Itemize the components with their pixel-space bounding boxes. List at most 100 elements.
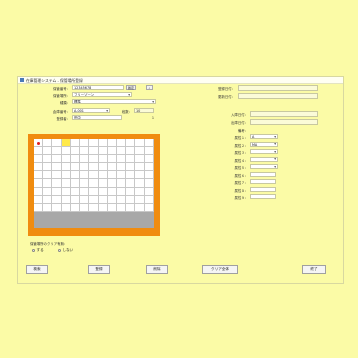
grid-cell[interactable]: [144, 171, 154, 180]
grid-cell[interactable]: [98, 147, 108, 156]
attribute-select[interactable]: [250, 149, 278, 154]
clear-all-button[interactable]: クリア全体: [202, 265, 238, 274]
grid-cell[interactable]: [135, 155, 145, 164]
grid-cell[interactable]: [135, 187, 145, 196]
grid-cell[interactable]: [107, 211, 117, 220]
storage-grid[interactable]: [34, 139, 154, 229]
grid-cell[interactable]: [70, 211, 81, 220]
grid-cell[interactable]: [126, 139, 136, 148]
grid-cell[interactable]: [107, 163, 117, 172]
grid-cell[interactable]: [107, 187, 117, 196]
grid-cell[interactable]: [107, 147, 117, 156]
grid-cell[interactable]: [144, 155, 154, 164]
radio-option-yes[interactable]: する: [32, 248, 44, 253]
grid-cell[interactable]: [61, 163, 71, 172]
grid-cell[interactable]: [61, 195, 71, 204]
grid-cell[interactable]: [61, 179, 71, 188]
grid-cell[interactable]: [61, 203, 71, 212]
grid-cell[interactable]: [116, 211, 127, 220]
grid-cell[interactable]: [70, 147, 81, 156]
grid-cell[interactable]: [34, 187, 44, 196]
grid-cell[interactable]: [98, 219, 108, 229]
grid-cell[interactable]: [43, 139, 53, 148]
grid-cell[interactable]: [135, 163, 145, 172]
close-button[interactable]: 終了: [302, 265, 326, 274]
grid-cell[interactable]: [52, 211, 62, 220]
grid-cell[interactable]: [144, 147, 154, 156]
grid-cell[interactable]: [135, 211, 145, 220]
grid-cell[interactable]: [80, 147, 90, 156]
grid-cell[interactable]: [116, 147, 127, 156]
register-button[interactable]: 登録: [88, 265, 110, 274]
grid-cell[interactable]: [80, 155, 90, 164]
grid-cell[interactable]: [34, 139, 44, 148]
search-icon[interactable]: ⌕: [146, 85, 153, 90]
grid-cell[interactable]: [61, 211, 71, 220]
grid-cell[interactable]: [135, 179, 145, 188]
grid-cell[interactable]: [70, 171, 81, 180]
grid-cell[interactable]: [98, 203, 108, 212]
grid-cell[interactable]: [34, 203, 44, 212]
grid-cell[interactable]: [61, 171, 71, 180]
grid-cell[interactable]: [107, 219, 117, 229]
attribute-field[interactable]: [250, 186, 276, 192]
attribute-field[interactable]: [250, 194, 276, 199]
grid-cell[interactable]: [144, 187, 154, 196]
grid-cell[interactable]: [70, 203, 81, 212]
grid-cell[interactable]: [126, 147, 136, 156]
grid-cell[interactable]: [70, 179, 81, 188]
grid-cell[interactable]: [43, 219, 53, 229]
grid-cell[interactable]: [126, 219, 136, 229]
grid-cell[interactable]: [80, 219, 90, 229]
grid-cell[interactable]: [61, 219, 71, 229]
grid-cell[interactable]: [89, 203, 99, 212]
grid-cell[interactable]: [98, 187, 108, 196]
grid-cell[interactable]: [80, 211, 90, 220]
attribute-select[interactable]: [250, 156, 278, 162]
grid-cell[interactable]: [80, 163, 90, 172]
grid-cell[interactable]: [126, 171, 136, 180]
grid-cell[interactable]: [116, 187, 127, 196]
grid-cell[interactable]: [144, 179, 154, 188]
grid-cell[interactable]: [116, 163, 127, 172]
grid-cell[interactable]: [89, 187, 99, 196]
grid-cell[interactable]: [107, 195, 117, 204]
grid-cell[interactable]: [89, 171, 99, 180]
grid-cell[interactable]: [135, 219, 145, 229]
grid-cell[interactable]: [144, 219, 154, 229]
grid-cell[interactable]: [43, 187, 53, 196]
grid-cell[interactable]: [107, 139, 117, 148]
grid-cell[interactable]: [89, 163, 99, 172]
grid-cell[interactable]: [135, 203, 145, 212]
grid-cell[interactable]: [34, 171, 44, 180]
grid-cell[interactable]: [126, 195, 136, 204]
grid-cell[interactable]: [52, 179, 62, 188]
grid-cell[interactable]: [98, 139, 108, 148]
grid-cell[interactable]: [107, 179, 117, 188]
grid-cell[interactable]: [126, 179, 136, 188]
grid-cell[interactable]: [98, 195, 108, 204]
grid-cell[interactable]: [34, 155, 44, 164]
grid-cell[interactable]: [135, 147, 145, 156]
grid-cell[interactable]: [61, 139, 71, 148]
grid-cell[interactable]: [116, 179, 127, 188]
grid-cell[interactable]: [43, 195, 53, 204]
grid-cell[interactable]: [52, 187, 62, 196]
grid-cell[interactable]: [89, 155, 99, 164]
grid-cell[interactable]: [61, 187, 71, 196]
grid-cell[interactable]: [43, 211, 53, 220]
grid-cell[interactable]: [80, 195, 90, 204]
grid-cell[interactable]: [43, 171, 53, 180]
grid-cell[interactable]: [52, 155, 62, 164]
grid-cell[interactable]: [89, 219, 99, 229]
grid-cell[interactable]: [89, 211, 99, 220]
attribute-select[interactable]: A: [250, 134, 278, 139]
attribute-field[interactable]: [250, 179, 276, 184]
grid-cell[interactable]: [43, 163, 53, 172]
grid-cell[interactable]: [144, 211, 154, 220]
grid-cell[interactable]: [107, 171, 117, 180]
search-button[interactable]: 検索: [26, 265, 48, 274]
grid-cell[interactable]: [70, 155, 81, 164]
grid-cell[interactable]: [70, 187, 81, 196]
grid-cell[interactable]: [144, 139, 154, 148]
